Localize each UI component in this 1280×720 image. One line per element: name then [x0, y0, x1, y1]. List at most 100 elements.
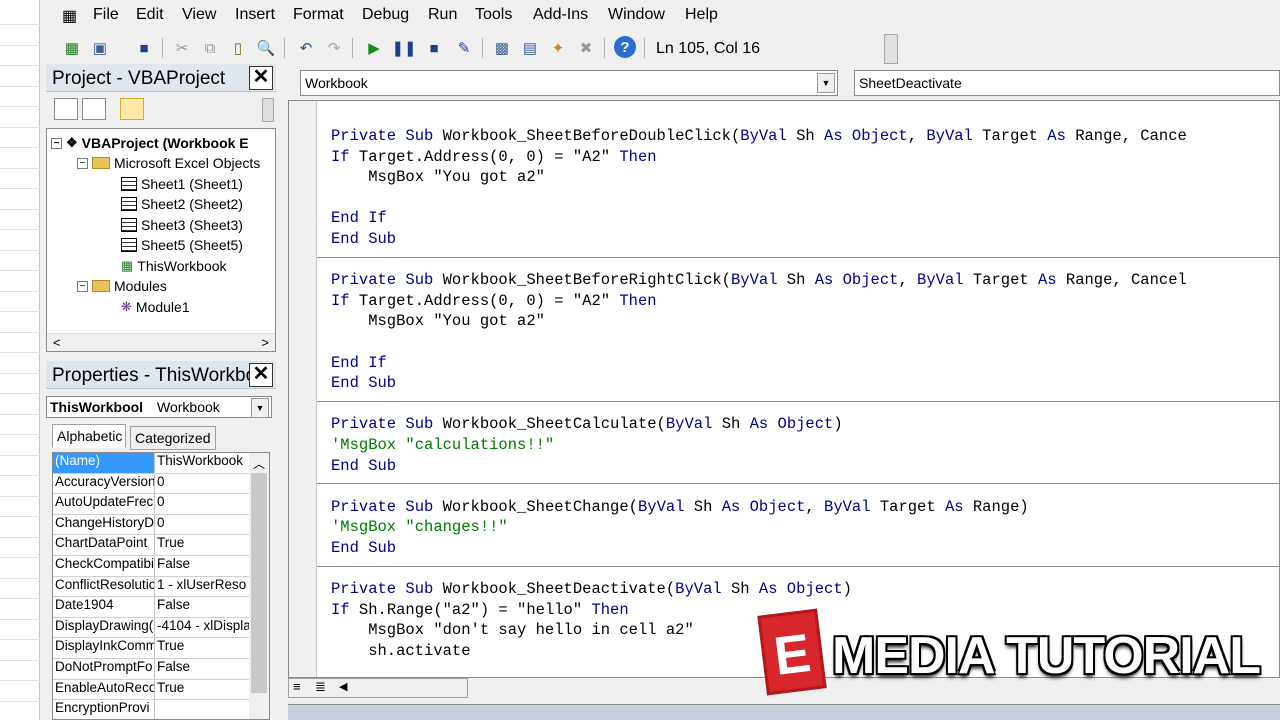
paste-icon[interactable]: ▯ — [226, 36, 250, 60]
menu-debug[interactable]: Debug — [362, 6, 409, 24]
property-value[interactable] — [155, 700, 249, 719]
code-line[interactable]: Private Sub Workbook_SheetChange(ByVal S… — [331, 498, 1029, 518]
property-value[interactable]: True — [155, 680, 249, 700]
procedure-dropdown[interactable]: SheetDeactivate — [854, 70, 1280, 96]
code-line[interactable]: 'MsgBox "changes!!" — [331, 518, 508, 538]
code-line[interactable]: End If — [331, 209, 387, 229]
close-project-panel-icon[interactable]: ✕ — [249, 66, 273, 90]
property-value[interactable]: False — [155, 597, 249, 617]
tree-node-sheet1[interactable]: Sheet1 (Sheet1) — [121, 174, 243, 194]
menu-edit[interactable]: Edit — [136, 6, 164, 24]
property-value[interactable]: 0 — [155, 474, 249, 494]
tree-node-thisworkbook[interactable]: ▦ ThisWorkbook — [121, 256, 227, 276]
property-value[interactable]: ThisWorkbook — [155, 453, 249, 473]
code-line[interactable]: Private Sub Workbook_SheetBeforeDoubleCl… — [331, 127, 1187, 147]
property-row[interactable]: CheckCompatibi False — [53, 556, 249, 577]
code-line[interactable]: If Sh.Range("a2") = "hello" Then — [331, 601, 629, 621]
menu-run[interactable]: Run — [428, 6, 457, 24]
property-row[interactable]: ChangeHistoryD 0 — [53, 514, 249, 536]
chevron-down-icon[interactable]: ▼ — [817, 73, 835, 93]
collapse-icon[interactable]: − — [77, 157, 88, 169]
menu-file[interactable]: File — [93, 6, 119, 24]
toggle-folders-icon[interactable] — [120, 98, 144, 120]
scroll-left-icon[interactable]: ◀ — [339, 680, 347, 693]
property-row[interactable]: Date1904 False — [53, 597, 249, 618]
object-browser-icon[interactable]: ✦ — [546, 36, 570, 60]
menu-help[interactable]: Help — [685, 6, 718, 24]
code-line[interactable]: 'MsgBox "calculations!!" — [331, 436, 554, 456]
code-line[interactable]: End Sub — [331, 230, 396, 250]
code-margin-indicator-bar[interactable] — [289, 101, 317, 677]
tree-node-sheet5[interactable]: Sheet5 (Sheet5) — [121, 235, 243, 255]
property-row[interactable]: ConflictResolutic 1 - xlUserReso — [53, 576, 249, 598]
property-value[interactable]: 1 - xlUserReso — [155, 577, 249, 597]
close-properties-panel-icon[interactable]: ✕ — [249, 363, 273, 387]
tab-alphabetic[interactable]: Alphabetic — [52, 424, 126, 448]
property-value[interactable]: True — [155, 638, 249, 658]
code-line[interactable]: End Sub — [331, 539, 396, 559]
tree-node-sheet3[interactable]: Sheet3 (Sheet3) — [121, 215, 243, 235]
vba-app-icon[interactable]: ▦ — [62, 6, 77, 26]
property-row[interactable]: AutoUpdateFrec 0 — [53, 494, 249, 515]
collapse-icon[interactable]: − — [51, 137, 62, 149]
property-row[interactable]: DisplayDrawing(-4104 - xlDispla — [53, 617, 249, 639]
property-value[interactable]: False — [155, 659, 249, 679]
properties-vertical-scrollbar[interactable]: ︿ — [249, 453, 269, 719]
tree-node-module1[interactable]: ❋ Module1 — [121, 297, 190, 317]
property-value[interactable]: 0 — [155, 494, 249, 514]
code-line[interactable]: Private Sub Workbook_SheetDeactivate(ByV… — [331, 580, 852, 600]
code-line[interactable]: End Sub — [331, 374, 396, 394]
view-object-icon[interactable] — [82, 98, 106, 120]
property-row[interactable]: EnableAutoReco True — [53, 679, 249, 701]
reset-icon[interactable]: ■ — [422, 36, 446, 60]
copy-icon[interactable]: ⧉ — [198, 36, 222, 60]
help-icon[interactable]: ? — [614, 36, 636, 58]
chevron-down-icon[interactable]: ▼ — [251, 398, 269, 418]
property-row[interactable]: DoNotPromptFo False — [53, 659, 249, 680]
code-line[interactable]: Private Sub Workbook_SheetCalculate(ByVa… — [331, 415, 843, 435]
toolbox-icon[interactable]: ✖ — [574, 36, 598, 60]
code-line[interactable]: End If — [331, 354, 387, 374]
code-line[interactable]: Private Sub Workbook_SheetBeforeRightCli… — [331, 271, 1187, 291]
cut-icon[interactable]: ✂ — [170, 36, 194, 60]
project-toolbar-grip[interactable] — [262, 98, 274, 122]
design-mode-icon[interactable]: ✎ — [452, 36, 476, 60]
scroll-thumb[interactable] — [251, 473, 267, 693]
code-line[interactable]: MsgBox "don't say hello in cell a2" — [331, 621, 694, 641]
menu-format[interactable]: Format — [293, 6, 344, 24]
code-line[interactable]: If Target.Address(0, 0) = "A2" Then — [331, 148, 657, 168]
menu-window[interactable]: Window — [608, 6, 665, 24]
tree-node-sheet2[interactable]: Sheet2 (Sheet2) — [121, 194, 243, 214]
find-icon[interactable]: 🔍 — [254, 36, 278, 60]
menu-add-ins[interactable]: Add-Ins — [533, 6, 588, 24]
property-row[interactable]: DisplayInkComm True — [53, 638, 249, 659]
excel-icon[interactable]: ▦ — [60, 36, 84, 60]
full-module-view-icon[interactable]: ≣ — [315, 679, 326, 695]
tree-node-excel-objects[interactable]: − Microsoft Excel Objects — [77, 153, 260, 173]
property-row[interactable]: (Name) ThisWorkbook — [53, 453, 249, 474]
property-row[interactable]: AccuracyVersion 0 — [53, 473, 249, 495]
tab-categorized[interactable]: Categorized — [130, 426, 216, 450]
property-value[interactable]: True — [155, 535, 249, 555]
menu-tools[interactable]: Tools — [475, 6, 512, 24]
toolbar-options-grip[interactable] — [884, 34, 898, 64]
scroll-up-icon[interactable]: ︿ — [253, 455, 265, 472]
tree-node-vbaproject[interactable]: − ❖ VBAProject (Workbook E — [51, 133, 249, 153]
tree-horizontal-scrollbar[interactable]: < > — [47, 333, 275, 351]
collapse-icon[interactable]: − — [77, 280, 88, 292]
redo-icon[interactable]: ↷ — [322, 36, 346, 60]
insert-userform-icon[interactable]: ▣ — [88, 36, 112, 60]
scroll-left-icon[interactable]: < — [53, 335, 61, 350]
immediate-window-titlebar[interactable] — [288, 704, 1280, 720]
code-line[interactable]: MsgBox "You got a2" — [331, 168, 545, 188]
code-line[interactable]: If Target.Address(0, 0) = "A2" Then — [331, 292, 657, 312]
procedure-view-icon[interactable]: ≡ — [293, 679, 301, 694]
property-value[interactable]: 0 — [155, 515, 249, 535]
menu-view[interactable]: View — [182, 6, 216, 24]
property-row[interactable]: ChartDataPoint True — [53, 535, 249, 556]
code-line[interactable]: End Sub — [331, 457, 396, 477]
object-dropdown[interactable]: Workbook ▼ — [300, 70, 838, 96]
break-icon[interactable]: ❚❚ — [391, 36, 416, 60]
code-line[interactable]: MsgBox "You got a2" — [331, 312, 545, 332]
scroll-right-icon[interactable]: > — [261, 335, 269, 350]
